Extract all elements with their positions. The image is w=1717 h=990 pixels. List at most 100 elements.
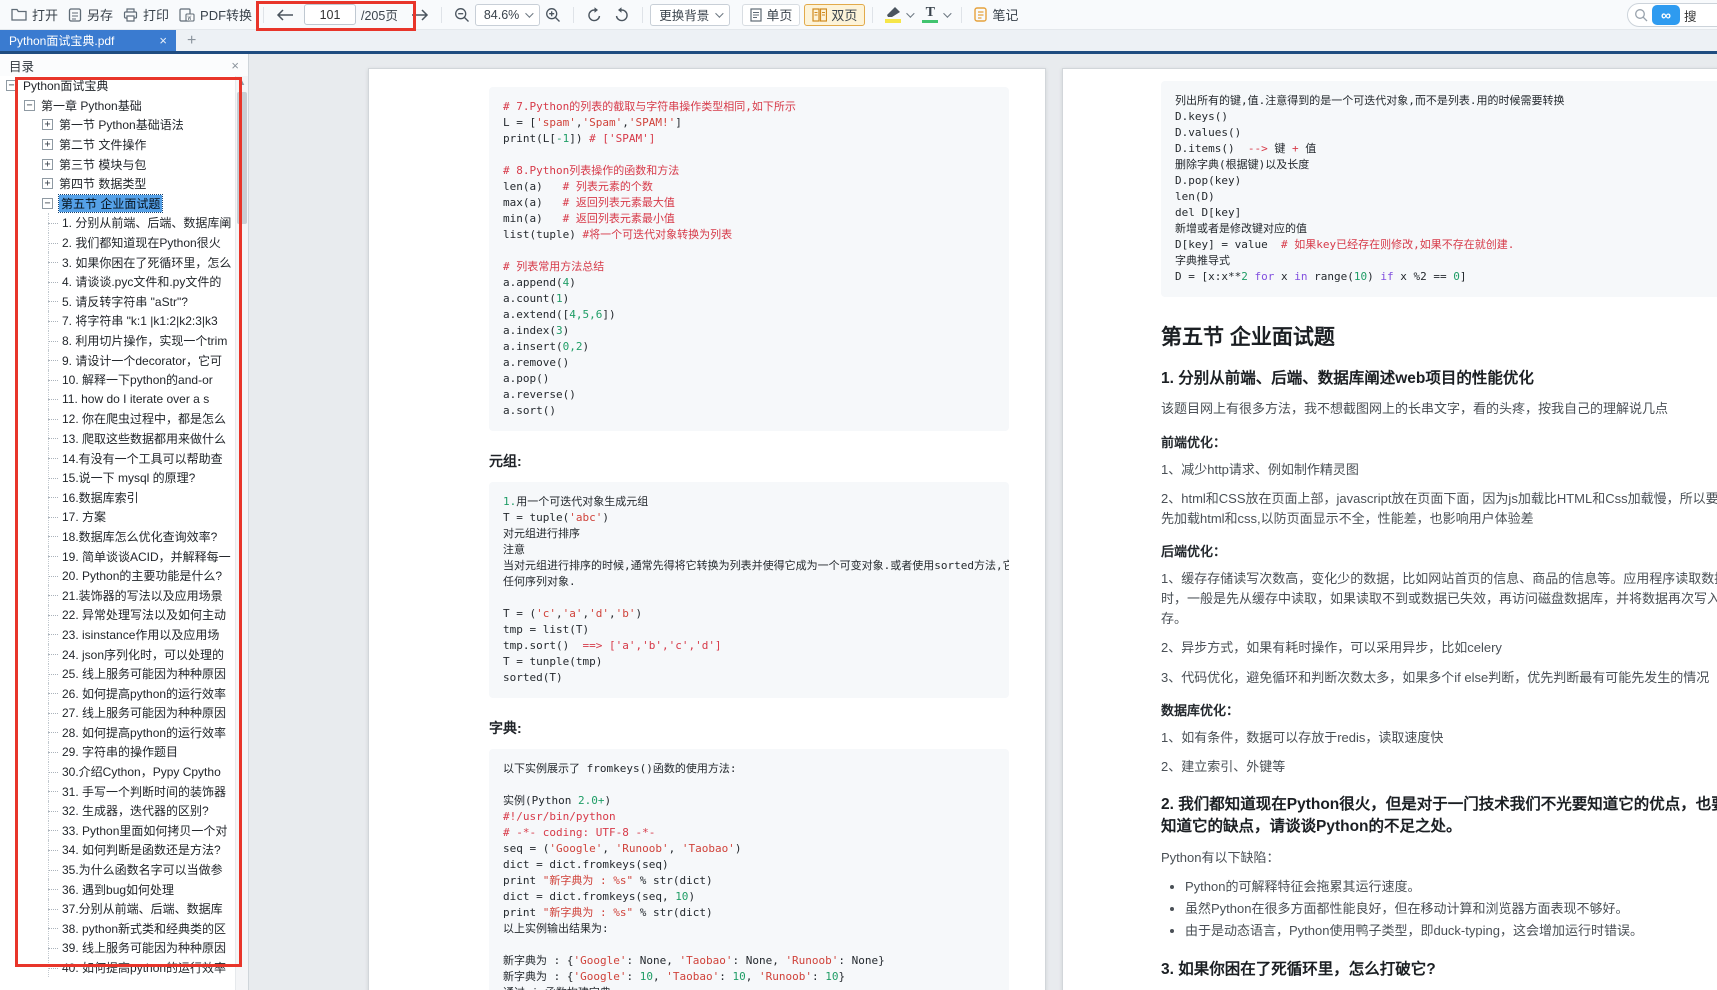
ai-infinity-button[interactable]: ∞ (1652, 5, 1680, 25)
open-button[interactable]: 打开 (6, 2, 63, 27)
note-button[interactable]: 笔记 (969, 2, 1023, 27)
pdf-convert-label: PDF转换 (200, 5, 252, 24)
expand-icon[interactable]: + (42, 119, 53, 130)
scrollbar-thumb[interactable] (237, 92, 247, 224)
toc-item[interactable]: 39. 线上服务可能因为种种原因 (0, 938, 235, 958)
change-background-button[interactable]: 更换背景 (650, 4, 730, 26)
collapse-icon[interactable]: − (6, 80, 17, 91)
toc-item[interactable]: 1. 分别从前端、后端、数据库阐 (0, 213, 235, 233)
toc-item[interactable]: 35.为什么函数名字可以当做参 (0, 860, 235, 880)
double-page-label: 双页 (831, 5, 857, 24)
expand-icon[interactable]: + (42, 159, 53, 170)
toc-item-label: 33. Python里面如何拷贝一个对 (62, 822, 227, 839)
toc-item[interactable]: 3. 如果你困在了死循环里，怎么 (0, 252, 235, 272)
toc-item-label: 11. how do I iterate over a s (62, 392, 209, 406)
toc-title: 目录 (9, 56, 34, 75)
toc-item[interactable]: 25. 线上服务可能因为种种原因 (0, 664, 235, 684)
toc-item[interactable]: 7. 将字符串 "k:1 |k1:2|k2:3|k3 (0, 311, 235, 331)
save-as-button[interactable]: 另存 (63, 2, 118, 27)
toc-item[interactable]: 20. Python的主要功能是什么? (0, 566, 235, 586)
search-label-fragment: 搜 (1684, 6, 1697, 25)
toc-item[interactable]: −第一章 Python基础 (0, 96, 235, 116)
toc-item[interactable]: +第二节 文件操作 (0, 135, 235, 155)
redo-button[interactable] (608, 4, 635, 26)
toc-item[interactable]: +第一节 Python基础语法 (0, 115, 235, 135)
chevron-down-icon[interactable] (907, 9, 915, 17)
toc-item[interactable]: 14.有没有一个工具可以帮助查 (0, 448, 235, 468)
toc-item[interactable]: 22. 异常处理写法以及如何主动 (0, 605, 235, 625)
toc-item-label: 28. 如何提高python的运行效率 (62, 724, 226, 741)
collapse-icon[interactable]: − (42, 198, 53, 209)
toc-item[interactable]: 2. 我们都知道现在Python很火 (0, 233, 235, 253)
zoom-level-select[interactable]: 84.6% (475, 4, 540, 26)
toc-item[interactable]: 4. 请谈谈.pyc文件和.py文件的 (0, 272, 235, 292)
undo-button[interactable] (581, 4, 608, 26)
toc-scrollbar[interactable]: ▲ (235, 76, 248, 990)
document-tab[interactable]: Python面试宝典.pdf × (0, 30, 176, 51)
toc-item[interactable]: 36. 遇到bug如何处理 (0, 879, 235, 899)
collapse-icon[interactable]: − (24, 100, 35, 111)
toc-item[interactable]: 34. 如何判断是函数还是方法? (0, 840, 235, 860)
toc-close-icon[interactable]: × (231, 58, 239, 73)
toc-item[interactable]: −第五节 企业面试题 (0, 194, 235, 214)
toc-item[interactable]: 11. how do I iterate over a s (0, 390, 235, 410)
toc-item[interactable]: 13. 爬取这些数据都用来做什么 (0, 429, 235, 449)
toc-item[interactable]: −Python面试宝典 (0, 76, 235, 96)
expand-icon[interactable]: + (42, 139, 53, 150)
toc-item[interactable]: 26. 如何提高python的运行效率 (0, 683, 235, 703)
double-page-icon (812, 8, 827, 22)
toc-item[interactable]: 18.数据库怎么优化查询效率? (0, 527, 235, 547)
toc-item[interactable]: 27. 线上服务可能因为种种原因 (0, 703, 235, 723)
toc-item[interactable]: +第四节 数据类型 (0, 174, 235, 194)
prev-page-button[interactable] (271, 6, 299, 24)
toc-item[interactable]: +第三节 模块与包 (0, 154, 235, 174)
toc-item[interactable]: 12. 你在爬虫过程中，都是怎么 (0, 409, 235, 429)
toc-item-label: 18.数据库怎么优化查询效率? (62, 528, 217, 545)
magnifier-plus-icon (545, 7, 561, 23)
toc-item[interactable]: 16.数据库索引 (0, 487, 235, 507)
toc-item[interactable]: 31. 手写一个判断时间的装饰器 (0, 781, 235, 801)
zoom-in-button[interactable] (540, 4, 566, 26)
toc-item[interactable]: 40. 如何提高python的运行效率 (0, 958, 235, 978)
pdf-convert-button[interactable]: W PDF转换 (174, 2, 257, 27)
search-box[interactable]: ∞ 搜 (1627, 3, 1717, 27)
heading: 第五节 企业面试题 (1161, 321, 1717, 351)
scrollbar-up-arrow[interactable]: ▲ (236, 76, 248, 89)
toc-item[interactable]: 28. 如何提高python的运行效率 (0, 723, 235, 743)
toolbar-separator (642, 7, 643, 23)
toc-item[interactable]: 32. 生成器，迭代器的区别? (0, 801, 235, 821)
highlighter-tool-button[interactable] (880, 3, 917, 26)
new-tab-button[interactable]: + (176, 30, 207, 51)
toc-item[interactable]: 10. 解释一下python的and-or (0, 370, 235, 390)
toc-item[interactable]: 19. 简单谈谈ACID，并解释每一 (0, 546, 235, 566)
toc-item[interactable]: 33. Python里面如何拷贝一个对 (0, 821, 235, 841)
document-viewer[interactable]: # 7.Python的列表的截取与字符串操作类型相同,如下所示L = ['spa… (249, 54, 1717, 990)
double-page-button[interactable]: 双页 (804, 4, 865, 26)
text-tool-button[interactable]: T (917, 4, 954, 26)
toc-item-label: 3. 如果你困在了死循环里，怎么 (62, 254, 231, 271)
toc-item[interactable]: 8. 利用切片操作，实现一个trim (0, 331, 235, 351)
toc-item[interactable]: 5. 请反转字符串 "aStr"? (0, 292, 235, 312)
toc-item[interactable]: 17. 方案 (0, 507, 235, 527)
zoom-out-button[interactable] (449, 4, 475, 26)
next-page-button[interactable] (406, 6, 434, 24)
toc-item[interactable]: 21.装饰器的写法以及应用场景 (0, 585, 235, 605)
toc-item[interactable]: 29. 字符串的操作题目 (0, 742, 235, 762)
toc-item[interactable]: 38. python新式类和经典类的区 (0, 919, 235, 939)
toc-item[interactable]: 15.说一下 mysql 的原理? (0, 468, 235, 488)
change-background-label: 更换背景 (659, 5, 709, 24)
chevron-down-icon[interactable] (944, 9, 952, 17)
toc-item[interactable]: 24. json序列化时，可以处理的 (0, 644, 235, 664)
toc-item[interactable]: 37.分别从前端、后端、数据库 (0, 899, 235, 919)
page-number-input[interactable] (304, 4, 356, 25)
single-page-button[interactable]: 单页 (742, 4, 800, 26)
paragraph: 前端优化： (1161, 432, 1717, 451)
toc-item[interactable]: 9. 请设计一个decorator，它可 (0, 350, 235, 370)
toc-item[interactable]: 30.介绍Cython，Pypy Cpytho (0, 762, 235, 782)
toc-item-label: 12. 你在爬虫过程中，都是怎么 (62, 410, 226, 427)
tab-bar: Python面试宝典.pdf × + (0, 30, 1717, 51)
toc-item[interactable]: 23. isinstance作用以及应用场 (0, 625, 235, 645)
expand-icon[interactable]: + (42, 178, 53, 189)
print-button[interactable]: 打印 (118, 2, 174, 27)
tab-close-icon[interactable]: × (159, 33, 167, 48)
